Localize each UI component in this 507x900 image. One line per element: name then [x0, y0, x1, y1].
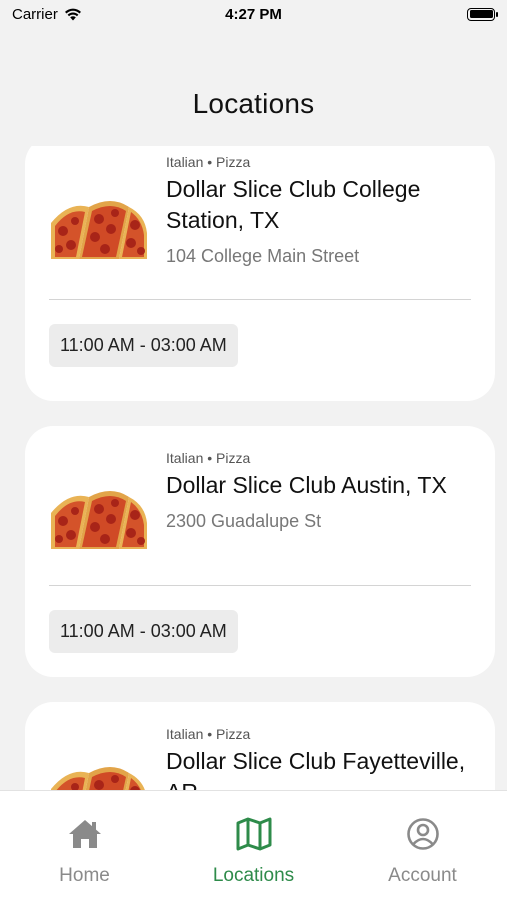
- location-name: Dollar Slice Club Fayetteville, AR: [166, 748, 466, 790]
- location-info: Italian • Pizza Dollar Slice Club Colleg…: [166, 154, 475, 267]
- location-info: Italian • Pizza Dollar Slice Club Fayett…: [166, 726, 475, 790]
- tab-home-label: Home: [59, 865, 110, 886]
- location-card[interactable]: Italian • Pizza Dollar Slice Club Colleg…: [25, 146, 495, 401]
- tab-home[interactable]: Home: [0, 791, 169, 900]
- pizza-image: [51, 767, 145, 790]
- tab-bar: Home Locations Account: [0, 790, 507, 900]
- hours-badge: 11:00 AM - 03:00 AM: [49, 324, 238, 367]
- cuisine-tags: Italian • Pizza: [166, 154, 251, 170]
- tab-locations[interactable]: Locations: [169, 791, 338, 900]
- page-title: Locations: [192, 88, 315, 119]
- tab-account-label: Account: [388, 865, 457, 886]
- divider: [49, 585, 471, 586]
- pizza-image: [51, 201, 147, 259]
- location-address: 2300 Guadalupe St: [166, 511, 322, 531]
- location-name: Dollar Slice Club Austin, TX: [166, 472, 447, 498]
- tab-locations-label: Locations: [212, 865, 295, 886]
- cuisine-tags: Italian • Pizza: [166, 450, 251, 466]
- cuisine-tags: Italian • Pizza: [166, 726, 251, 742]
- status-left: Carrier: [12, 6, 82, 23]
- location-address: 104 College Main Street: [166, 246, 360, 266]
- wifi-icon: [64, 8, 81, 20]
- carrier-label: Carrier: [12, 5, 58, 23]
- map-icon: [236, 817, 271, 851]
- battery-icon: [467, 7, 498, 21]
- account-icon: [406, 818, 439, 850]
- tab-account[interactable]: Account: [338, 791, 507, 900]
- divider: [49, 299, 471, 300]
- location-card[interactable]: Italian • Pizza Dollar Slice Club Austin…: [25, 426, 495, 677]
- location-card[interactable]: Italian • Pizza Dollar Slice Club Fayett…: [25, 702, 495, 790]
- pizza-image: [51, 491, 147, 549]
- location-info: Italian • Pizza Dollar Slice Club Austin…: [166, 450, 475, 532]
- status-bar: Carrier 4:27 PM: [0, 0, 507, 28]
- home-icon: [68, 820, 101, 848]
- location-name: Dollar Slice Club College Station, TX: [166, 176, 421, 233]
- locations-list[interactable]: Italian • Pizza Dollar Slice Club Colleg…: [0, 146, 507, 790]
- hours-badge: 11:00 AM - 03:00 AM: [49, 610, 238, 653]
